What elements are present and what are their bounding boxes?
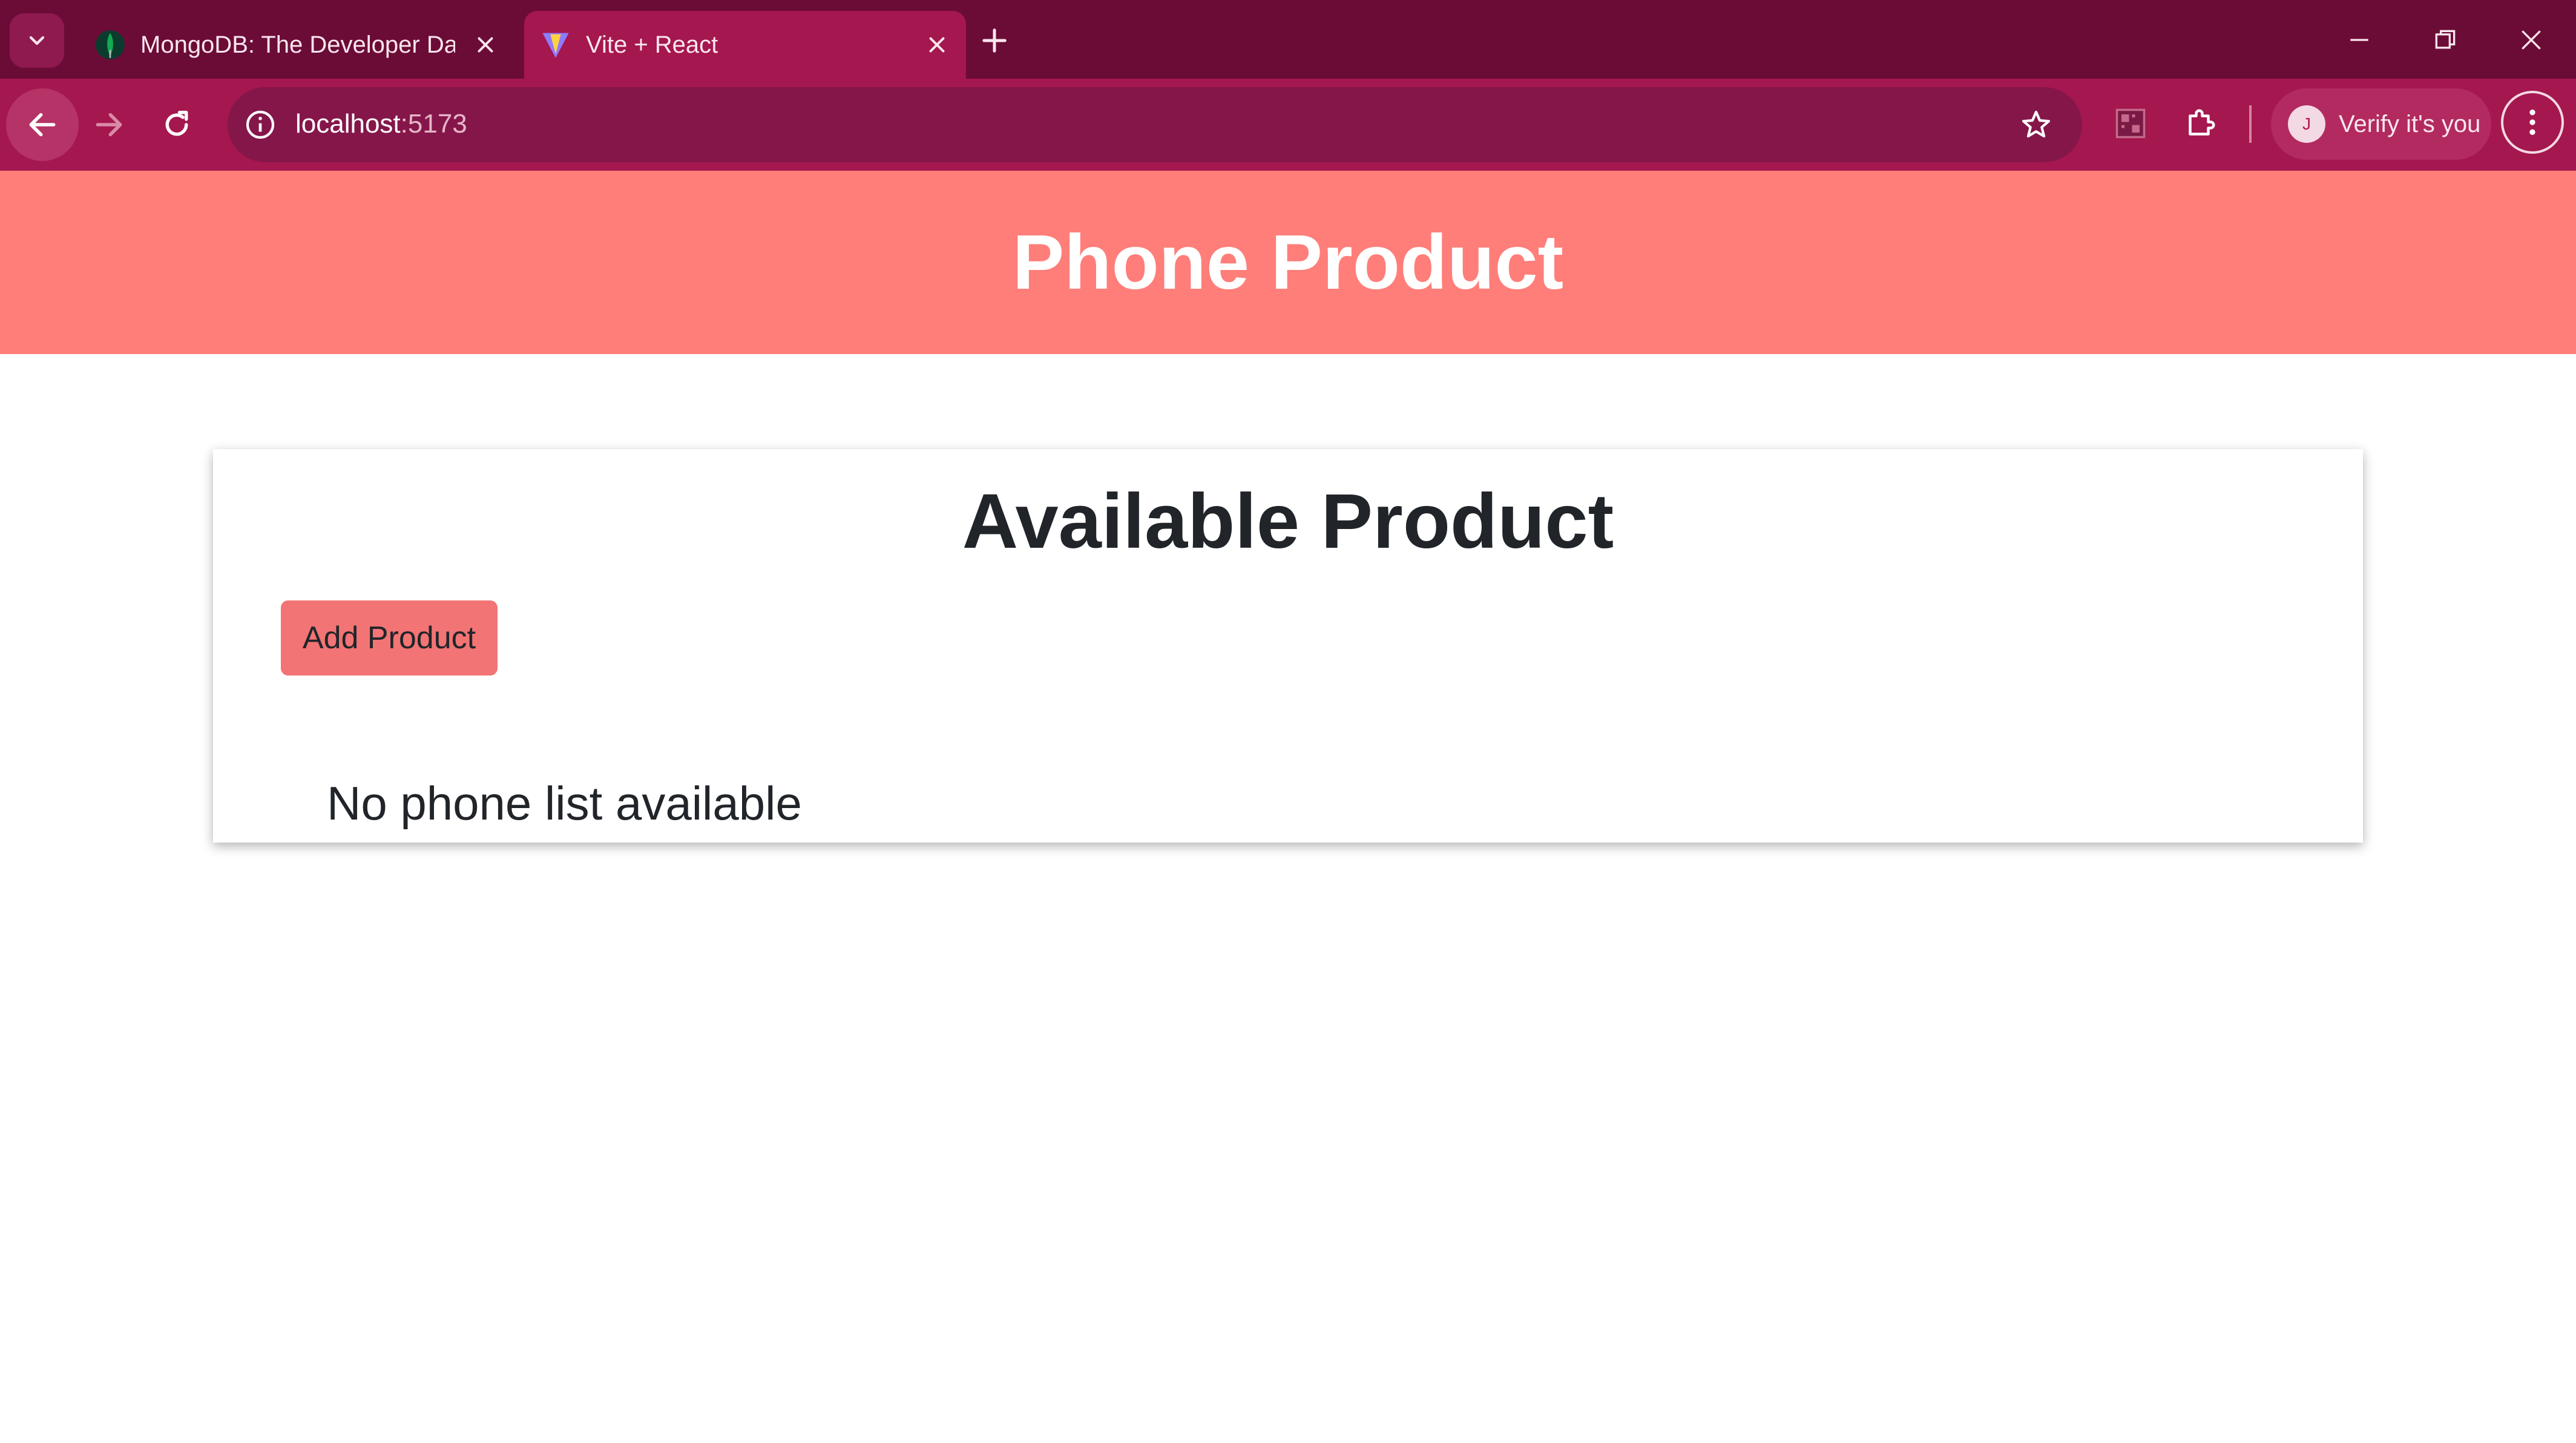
- address-bar[interactable]: localhost:5173: [228, 87, 2082, 162]
- restore-icon[interactable]: [2432, 27, 2459, 53]
- more-vertical-icon: [2529, 110, 2535, 135]
- mongodb-leaf-icon: [96, 30, 125, 59]
- tab-mongodb[interactable]: MongoDB: The Developer Data: [79, 11, 514, 79]
- avatar: J: [2288, 105, 2325, 143]
- toolbar-divider: [2249, 105, 2252, 143]
- empty-state-message: No phone list available: [327, 777, 802, 830]
- browser-tabstrip: MongoDB: The Developer Data Vite + React: [0, 0, 2576, 79]
- vite-icon: [542, 33, 569, 58]
- section-title: Available Product: [962, 478, 1614, 565]
- tab-search-button[interactable]: [10, 13, 64, 68]
- add-product-button[interactable]: Add Product: [281, 600, 498, 675]
- app-header: Phone Product: [0, 171, 2576, 354]
- product-card: Available Product Add Product No phone l…: [213, 449, 2363, 843]
- app-title: Phone Product: [1012, 219, 1564, 306]
- url-text: localhost:5173: [295, 109, 467, 139]
- close-tab-icon[interactable]: [926, 34, 948, 56]
- extension-qr-icon[interactable]: [2112, 105, 2149, 142]
- close-window-icon[interactable]: [2518, 27, 2545, 53]
- url-host: localhost: [295, 109, 401, 139]
- browser-toolbar: localhost:5173 J Verify it's you: [0, 79, 2576, 171]
- bookmark-star-icon[interactable]: [2019, 108, 2053, 142]
- verify-label: Verify it's you: [2339, 110, 2481, 137]
- site-info-icon[interactable]: [243, 108, 277, 142]
- arrow-right-icon: [96, 113, 122, 137]
- browser-menu-button[interactable]: [2501, 91, 2564, 154]
- reload-button[interactable]: [140, 88, 213, 161]
- avatar-initial: J: [2302, 114, 2311, 133]
- back-button[interactable]: [6, 88, 79, 161]
- chevron-down-icon: [29, 36, 45, 45]
- arrow-left-icon: [29, 113, 56, 137]
- profile-verify-button[interactable]: J Verify it's you: [2271, 88, 2491, 160]
- reload-icon: [165, 111, 188, 136]
- close-tab-icon[interactable]: [475, 34, 496, 56]
- tab-vite-react[interactable]: Vite + React: [524, 11, 966, 79]
- new-tab-plus-icon[interactable]: [981, 27, 1008, 54]
- extensions-puzzle-icon[interactable]: [2183, 105, 2219, 142]
- url-port: :5173: [400, 109, 467, 139]
- minimize-icon[interactable]: [2346, 27, 2373, 53]
- forward-button[interactable]: [73, 88, 145, 161]
- tab-title: MongoDB: The Developer Data: [140, 31, 455, 58]
- tab-title: Vite + React: [586, 31, 718, 58]
